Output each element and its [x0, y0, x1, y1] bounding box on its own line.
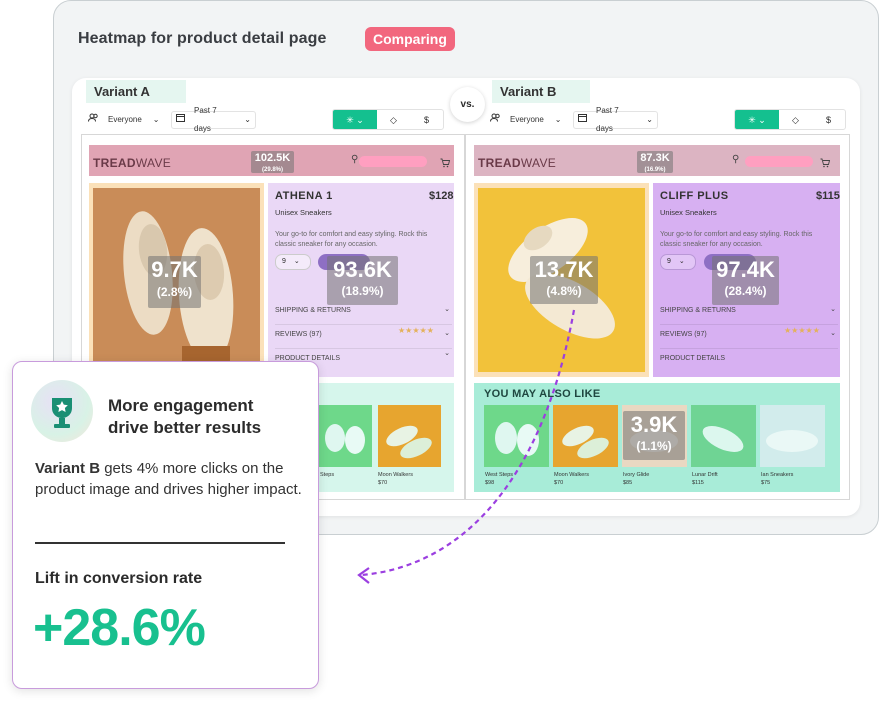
divider: [35, 542, 285, 544]
metric-label: Lift in conversion rate: [35, 570, 203, 587]
insight-title: More engagement drive better results: [108, 396, 262, 437]
insight-card: More engagement drive better results Vari…: [12, 361, 319, 689]
insight-body: Variant B gets 4% more clicks on the pro…: [35, 460, 302, 498]
metric-value: +28.6%: [33, 599, 206, 657]
trophy-icon: [31, 380, 93, 442]
